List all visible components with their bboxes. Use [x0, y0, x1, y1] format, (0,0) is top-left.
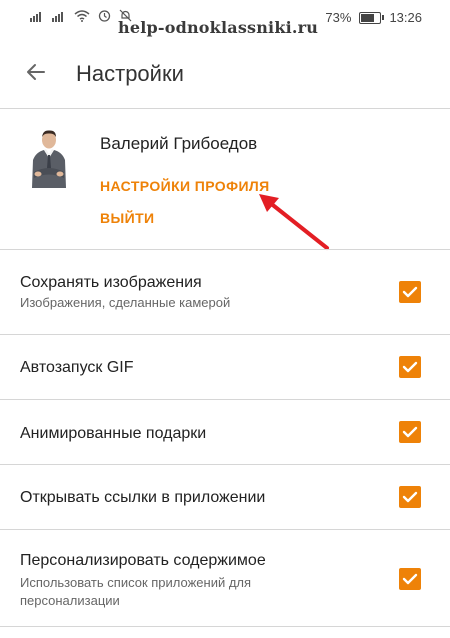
annotation-arrow-icon: [259, 194, 329, 250]
battery-icon: [359, 11, 385, 24]
settings-screen: help-odnoklassniki.ru 73% 13:26 Настройк…: [0, 0, 450, 638]
wifi-icon: [74, 9, 90, 25]
checkmark-icon: [402, 361, 418, 373]
app-bar: Настройки: [0, 44, 450, 104]
arrow-back-icon: [24, 60, 48, 89]
status-right: 73% 13:26: [325, 10, 422, 25]
setting-save-images[interactable]: Сохранять изображения Изображения, сдела…: [0, 250, 450, 334]
save-images-checkbox[interactable]: [399, 281, 421, 303]
profile-name: Валерий Грибоедов: [100, 134, 258, 153]
setting-title: Сохранять изображения: [20, 274, 202, 291]
checkmark-icon: [402, 491, 418, 503]
profile-section: Валерий Грибоедов НАСТРОЙКИ ПРОФИЛЯ ВЫЙТ…: [0, 110, 450, 250]
setting-title: Автозапуск GIF: [20, 359, 134, 376]
personalize-checkbox[interactable]: [399, 568, 421, 590]
setting-subtitle: Использовать список приложений для персо…: [20, 575, 252, 608]
profile-settings-link[interactable]: НАСТРОЙКИ ПРОФИЛЯ: [100, 178, 270, 194]
setting-title: Анимированные подарки: [20, 425, 207, 442]
setting-animated-gifts[interactable]: Анимированные подарки: [0, 400, 450, 464]
battery-percent: 73%: [325, 10, 352, 25]
checkmark-icon: [402, 426, 418, 438]
gif-autoplay-checkbox[interactable]: [399, 356, 421, 378]
divider: [0, 108, 450, 109]
divider: [0, 626, 450, 627]
checkmark-icon: [402, 573, 418, 585]
back-button[interactable]: [16, 54, 56, 94]
avatar[interactable]: [28, 128, 70, 190]
setting-open-links-in-app[interactable]: Открывать ссылки в приложении: [0, 465, 450, 529]
watermark: help-odnoklassniki.ru: [118, 18, 319, 37]
animated-gifts-checkbox[interactable]: [399, 421, 421, 443]
page-title: Настройки: [76, 61, 184, 86]
status-bar: help-odnoklassniki.ru 73% 13:26: [0, 0, 450, 37]
setting-title: Персонализировать содержимое: [20, 552, 266, 569]
setting-title: Открывать ссылки в приложении: [20, 489, 266, 506]
sim-signal-icon: [30, 10, 44, 25]
alarm-icon: [98, 9, 111, 25]
logout-link[interactable]: ВЫЙТИ: [100, 210, 155, 226]
status-left-icons: [30, 9, 132, 25]
open-links-checkbox[interactable]: [399, 486, 421, 508]
setting-subtitle: Изображения, сделанные камерой: [20, 295, 231, 310]
mobile-data-icon: [52, 10, 66, 25]
clock: 13:26: [389, 10, 422, 25]
setting-gif-autoplay[interactable]: Автозапуск GIF: [0, 335, 450, 399]
setting-personalize-content[interactable]: Персонализировать содержимое Использоват…: [0, 530, 450, 626]
checkmark-icon: [402, 286, 418, 298]
